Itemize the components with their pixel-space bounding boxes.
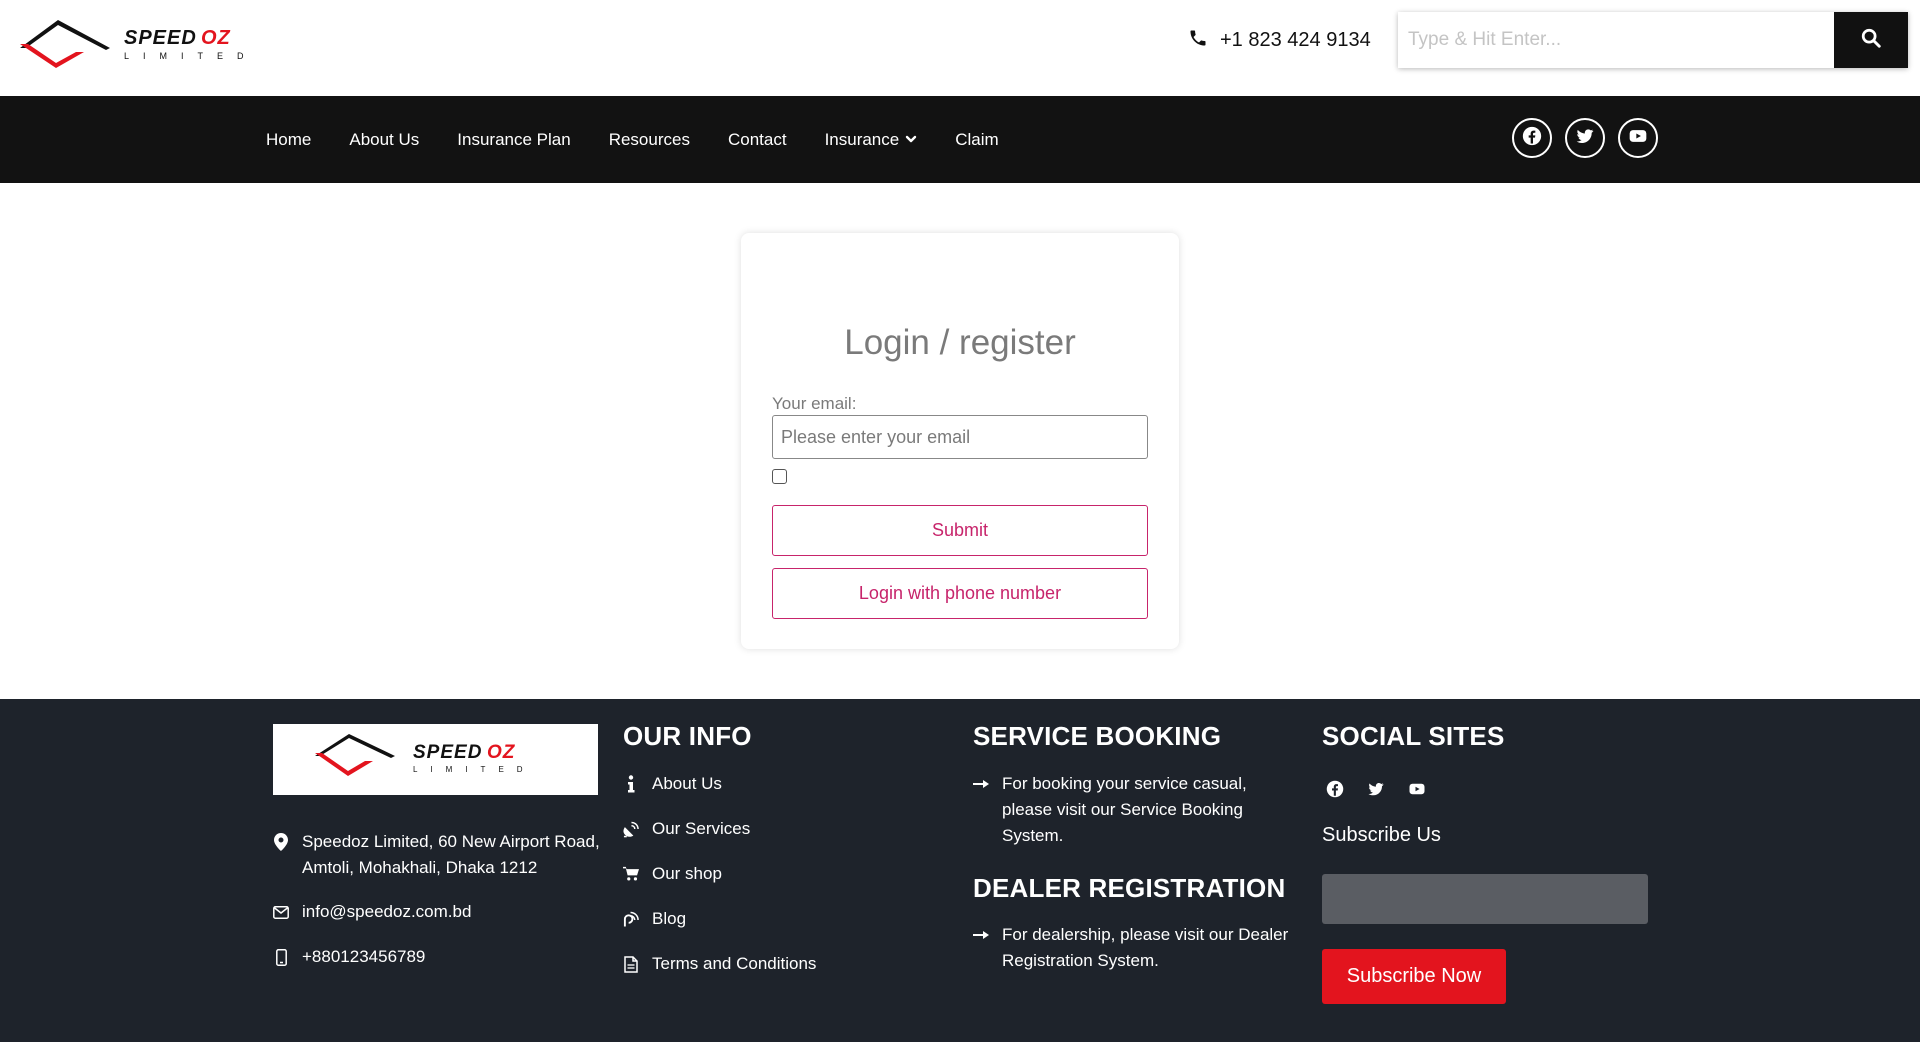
nav-claim[interactable]: Claim <box>955 130 998 150</box>
nav-resources[interactable]: Resources <box>609 130 690 150</box>
footer-logo[interactable]: SPEED OZ LIMITED <box>273 724 598 795</box>
mobile-phone-icon <box>273 944 289 970</box>
link-label: Our shop <box>652 864 722 883</box>
dealer-registration-text-row[interactable]: For dealership, please visit our Dealer … <box>973 922 1303 974</box>
footer-phone[interactable]: +880123456789 <box>273 944 425 970</box>
nav-insurance-plan[interactable]: Insurance Plan <box>457 130 570 150</box>
nav-label: Resources <box>608 129 690 149</box>
footer-link-blog[interactable]: Blog <box>623 906 686 932</box>
twitter-icon[interactable] <box>1363 776 1388 801</box>
nav-label: Contact <box>727 129 787 149</box>
facebook-icon <box>1522 126 1542 151</box>
facebook-link[interactable] <box>1512 118 1552 158</box>
footer-link-terms[interactable]: Terms and Conditions <box>623 951 816 977</box>
link-label: Terms and Conditions <box>652 954 817 973</box>
email-field[interactable] <box>772 415 1148 459</box>
search-icon <box>1860 27 1882 54</box>
search-button[interactable] <box>1834 12 1908 68</box>
footer-link-our-shop[interactable]: Our shop <box>623 861 722 887</box>
cart-icon <box>623 861 639 887</box>
footer-link-our-services[interactable]: Our Services <box>623 816 750 842</box>
login-card: Login / register Your email: Submit Logi… <box>741 233 1179 649</box>
nav-contact[interactable]: Contact <box>728 130 787 150</box>
nav-about-us[interactable]: About Us <box>349 130 419 150</box>
svg-text:OZ: OZ <box>201 27 231 49</box>
envelope-icon <box>273 899 289 925</box>
arrow-right-icon <box>973 922 989 948</box>
satellite-dish-icon <box>623 816 639 842</box>
twitter-link[interactable] <box>1565 118 1605 158</box>
phone-icon <box>1188 28 1208 53</box>
nav-label: About Us <box>349 129 420 149</box>
service-booking-heading: SERVICE BOOKING <box>973 721 1222 751</box>
subscribe-now-button[interactable]: Subscribe Now <box>1322 949 1506 1004</box>
svg-text:SPEED: SPEED <box>124 27 197 49</box>
nav-label: Claim <box>955 129 999 149</box>
login-with-phone-button[interactable]: Login with phone number <box>772 568 1148 619</box>
header-social-links <box>1512 118 1658 158</box>
service-booking-text-row[interactable]: For booking your service casual, please … <box>973 771 1293 849</box>
youtube-icon[interactable] <box>1404 776 1429 801</box>
dealer-registration-heading: DEALER REGISTRATION <box>973 873 1286 903</box>
nav-label: Insurance <box>824 129 900 149</box>
svg-text:SPEED: SPEED <box>413 742 482 763</box>
blog-icon <box>623 906 639 932</box>
map-pin-icon <box>273 829 289 855</box>
social-sites-heading: SOCIAL SITES <box>1322 721 1505 751</box>
top-header: SPEED OZ LIMITED +1 823 424 9134 <box>0 0 1920 96</box>
terms-checkbox[interactable] <box>772 469 787 484</box>
our-info-heading: OUR INFO <box>623 721 752 751</box>
svg-text:LIMITED: LIMITED <box>413 765 536 774</box>
email-text: info@speedoz.com.bd <box>302 902 472 921</box>
youtube-link[interactable] <box>1618 118 1658 158</box>
youtube-icon <box>1628 126 1648 151</box>
chevron-down-icon <box>905 130 917 150</box>
nav-label: Home <box>266 129 312 149</box>
footer-email[interactable]: info@speedoz.com.bd <box>273 899 471 925</box>
address-text: Speedoz Limited, 60 New Airport Road, Am… <box>302 832 600 877</box>
email-label: Your email: <box>772 394 857 413</box>
phone-number: +1 823 424 9134 <box>1220 28 1371 51</box>
link-label: Our Services <box>652 819 751 838</box>
svg-text:LIMITED: LIMITED <box>124 51 258 61</box>
subscribe-email-input[interactable] <box>1322 874 1648 924</box>
submit-button[interactable]: Submit <box>772 505 1148 556</box>
main-navigation: Home About Us Insurance Plan Resources C… <box>0 96 1920 183</box>
facebook-icon[interactable] <box>1322 776 1347 801</box>
footer-address: Speedoz Limited, 60 New Airport Road, Am… <box>273 829 603 881</box>
info-icon <box>623 771 639 797</box>
link-label: Blog <box>652 909 687 928</box>
arrow-right-icon <box>973 771 989 797</box>
phone-text: +880123456789 <box>302 947 426 966</box>
nav-insurance-dropdown[interactable]: Insurance <box>825 130 918 150</box>
nav-label: Insurance Plan <box>457 129 571 149</box>
footer-link-about-us[interactable]: About Us <box>623 771 722 797</box>
footer-social-links <box>1322 776 1429 801</box>
search-bar <box>1398 12 1908 68</box>
header-phone[interactable]: +1 823 424 9134 <box>1188 26 1371 54</box>
speedoz-logo[interactable]: SPEED OZ LIMITED <box>18 18 260 72</box>
service-booking-text: For booking your service casual, please … <box>1002 774 1247 845</box>
svg-text:OZ: OZ <box>487 742 516 763</box>
nav-home[interactable]: Home <box>266 130 311 150</box>
dealer-registration-text: For dealership, please visit our Dealer … <box>1002 925 1289 970</box>
document-icon <box>623 951 639 977</box>
login-title: Login / register <box>844 323 1076 362</box>
search-input[interactable] <box>1398 12 1834 68</box>
footer: SPEED OZ LIMITED Speedoz Limited, 60 New… <box>0 699 1920 1042</box>
twitter-icon <box>1575 126 1595 151</box>
link-label: About Us <box>652 774 722 793</box>
subscribe-label: Subscribe Us <box>1322 824 1441 846</box>
